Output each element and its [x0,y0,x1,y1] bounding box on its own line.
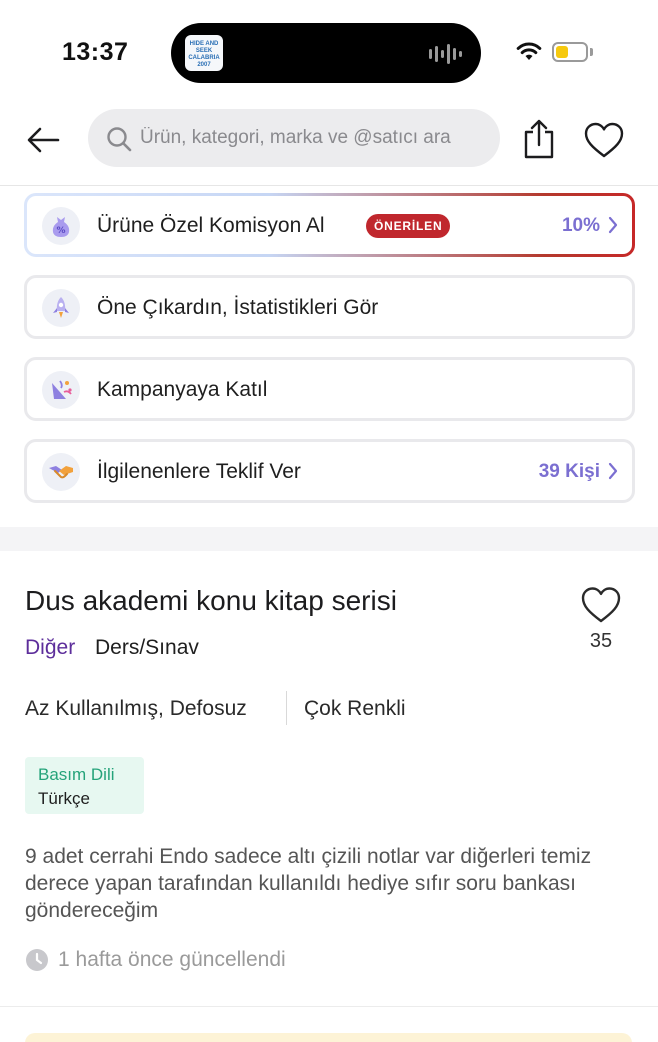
offer-row[interactable]: İlgilenenlere Teklif Ver 39 Kişi [24,439,635,503]
wifi-icon [516,42,542,60]
search-input[interactable] [140,109,488,167]
subcategory-link[interactable]: Ders/Sınav [95,636,199,660]
language-attribute: Basım Dili Türkçe [25,757,144,814]
handshake-icon [42,453,80,491]
like-count: 35 [589,630,613,652]
commission-icon: % [42,207,80,245]
language-label: Basım Dili [38,765,115,784]
search-bar[interactable] [88,109,500,167]
status-time: 13:37 [62,38,129,66]
seller-actions: % Ürüne Özel Komisyon Al ÖNERİLEN 10% Ön… [24,193,635,521]
offer-label: İlgilenenlere Teklif Ver [97,460,301,483]
promote-label: Öne Çıkardın, İstatistikleri Gör [97,296,379,319]
section-separator [0,527,658,551]
heart-icon[interactable] [583,121,625,159]
clock-icon [26,949,48,971]
campaign-icon [42,371,80,409]
status-bar: 13:37 HIDE AND SEEK CALABRIA 2007 [0,0,658,100]
campaign-label: Kampanyaya Katıl [97,378,268,401]
artwork-text: HIDE AND SEEK CALABRIA 2007 [188,41,220,68]
chevron-right-icon [608,216,618,234]
battery-level [556,46,568,58]
commission-row[interactable]: % Ürüne Özel Komisyon Al ÖNERİLEN 10% [24,193,635,257]
updated-text: 1 hafta önce güncellendi [58,948,286,971]
back-arrow-icon[interactable] [24,120,64,160]
campaign-row[interactable]: Kampanyaya Katıl [24,357,635,421]
rocket-icon [42,289,80,327]
promote-row[interactable]: Öne Çıkardın, İstatistikleri Gör [24,275,635,339]
dynamic-island[interactable]: HIDE AND SEEK CALABRIA 2007 [171,23,481,83]
color-attribute: Çok Renkli [304,697,406,720]
interested-count: 39 Kişi [538,461,600,482]
now-playing-artwork: HIDE AND SEEK CALABRIA 2007 [185,35,223,71]
heart-icon[interactable] [580,585,622,625]
audio-waveform-icon [429,44,462,64]
share-icon[interactable] [520,118,558,160]
battery-icon [552,42,588,62]
svg-text:%: % [56,226,65,236]
product-title: Dus akademi konu kitap serisi [25,585,397,616]
battery-tip [590,48,593,56]
commission-value: 10% [561,215,600,236]
recommended-badge: ÖNERİLEN [366,214,451,238]
category-link[interactable]: Diğer [25,636,75,660]
info-banner [25,1033,632,1042]
condition-attribute: Az Kullanılmış, Defosuz [25,697,247,720]
bottom-divider [0,1006,658,1007]
navigation-bar [0,100,658,186]
search-icon [107,127,132,152]
chevron-right-icon [608,462,618,480]
product-description: 9 adet cerrahi Endo sadece altı çizili n… [25,845,592,922]
attribute-divider [286,691,287,725]
commission-label: Ürüne Özel Komisyon Al [97,214,325,237]
language-value: Türkçe [38,789,90,808]
